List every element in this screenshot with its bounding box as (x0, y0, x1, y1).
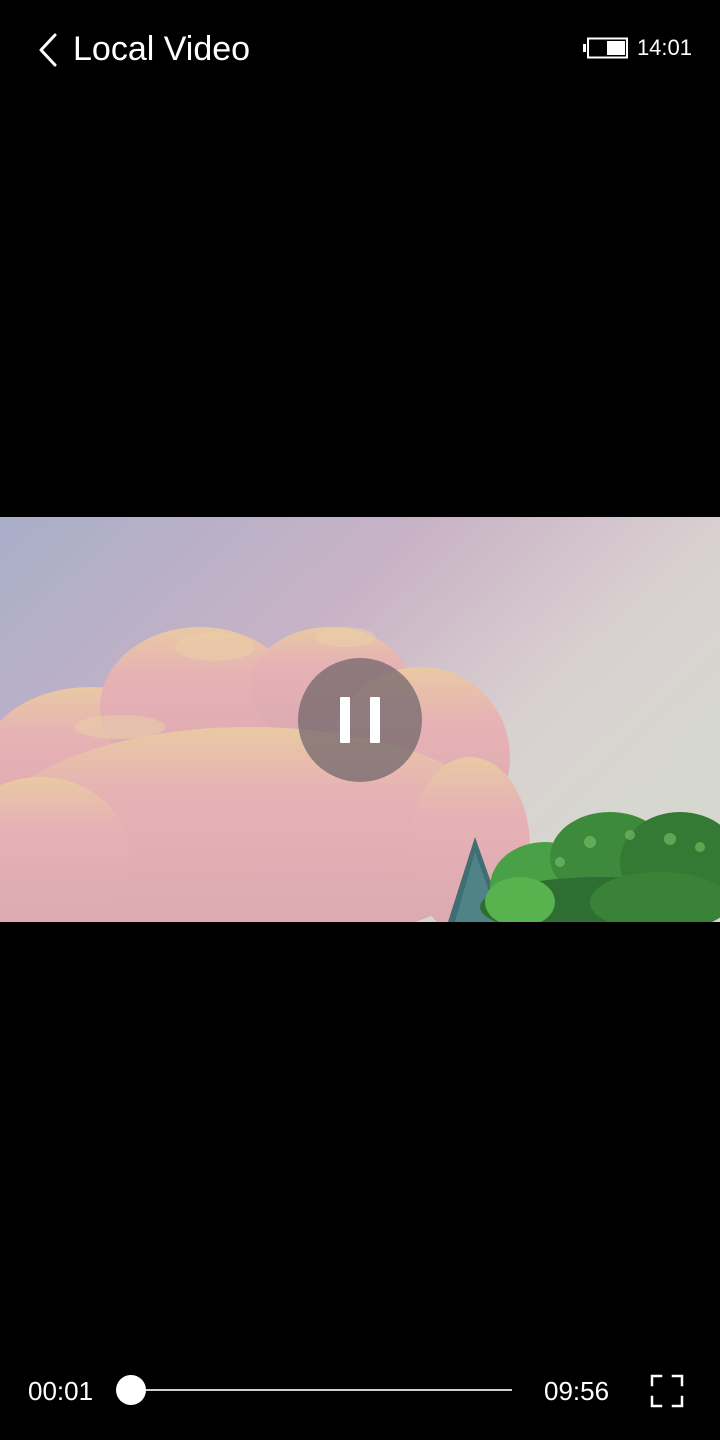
video-surface[interactable] (0, 517, 720, 922)
page-title: Local Video (73, 30, 251, 68)
seek-bar-track[interactable] (130, 1389, 512, 1391)
status-indicators: 14:01 (582, 34, 692, 62)
top-bar: Local Video 14:01 (0, 0, 720, 100)
pause-button[interactable] (298, 658, 422, 782)
playback-controls: 00:01 09:56 (0, 1350, 720, 1430)
seek-bar-thumb[interactable] (115, 1375, 146, 1405)
back-button[interactable] (26, 24, 70, 76)
total-time: 09:56 (544, 1376, 610, 1406)
pause-icon-bar (370, 697, 380, 743)
pause-icon (340, 697, 350, 743)
current-time: 00:01 (28, 1376, 94, 1406)
status-clock: 14:01 (636, 35, 692, 60)
battery-icon (582, 37, 628, 59)
video-player-screen: Local Video 14:01 00:01 09:56 (0, 0, 720, 1440)
fullscreen-icon[interactable] (650, 1374, 684, 1408)
chevron-left-icon (39, 33, 57, 67)
